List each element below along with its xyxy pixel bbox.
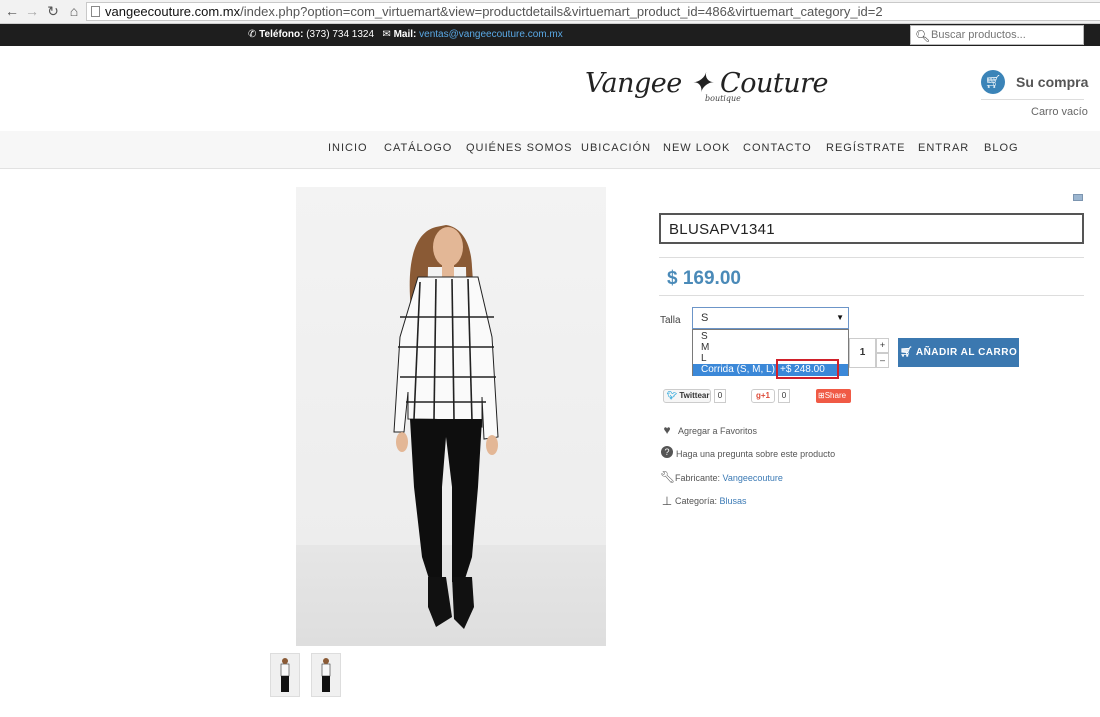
home-icon[interactable]: ⌂ — [66, 3, 82, 19]
mail-label: Mail: — [393, 29, 417, 40]
sitemap-icon: ⊥ — [661, 494, 673, 508]
menu-item-contacto[interactable]: CONTACTO — [743, 142, 812, 154]
question-icon: ? — [661, 446, 673, 458]
phone-number: (373) 734 1324 — [306, 29, 375, 40]
gplus-count: 0 — [778, 389, 790, 403]
phone-label: Teléfono: — [259, 29, 304, 40]
chevron-down-icon: ▼ — [836, 313, 844, 322]
product-title: BLUSAPV1341 — [669, 221, 775, 238]
divider — [659, 295, 1084, 296]
manufacturer-info: Fabricante: Vangeecouture — [675, 473, 783, 483]
forward-arrow-icon[interactable]: → — [24, 3, 40, 19]
product-main-image[interactable] — [296, 187, 606, 646]
size-option-l[interactable]: L — [701, 353, 707, 364]
size-option-corrida-label: Corrida (S, M, L) — [701, 364, 775, 375]
search-box: 🔍︎ — [910, 25, 1084, 45]
category-link[interactable]: Blusas — [720, 496, 747, 506]
gplus-label: +1 — [760, 391, 770, 400]
reload-icon[interactable]: ↻ — [45, 3, 61, 19]
size-option-m[interactable]: M — [701, 342, 709, 353]
add-to-favorites-link[interactable]: Agregar a Favoritos — [678, 426, 757, 436]
wrench-icon: 🔧︎ — [660, 470, 676, 484]
manufacturer-link[interactable]: Vangeecouture — [723, 473, 783, 483]
model-figure — [393, 225, 499, 629]
site-logo[interactable]: Vangee ✦ Couture boutique — [585, 68, 828, 112]
menu-item-catalogo[interactable]: CATÁLOGO — [384, 142, 452, 154]
thumbnail-2-figure — [321, 658, 331, 692]
size-option-s[interactable]: S — [701, 331, 708, 342]
phone-icon: ✆ — [248, 29, 257, 40]
thumbnail-1[interactable] — [270, 653, 300, 697]
manufacturer-label: Fabricante: — [675, 473, 721, 483]
cart-icon: 🛒︎ — [899, 347, 913, 358]
url-path: /index.php?option=com_virtuemart&view=pr… — [240, 4, 883, 19]
menu-item-registrate[interactable]: REGÍSTRATE — [826, 142, 905, 154]
address-bar[interactable]: vangeecouture.com.mx/index.php?option=co… — [86, 2, 1100, 21]
add-to-cart-button[interactable]: 🛒︎ AÑADIR AL CARRO — [898, 338, 1019, 367]
search-input[interactable] — [931, 27, 1081, 43]
quantity-minus-button[interactable]: – — [876, 353, 889, 368]
size-label: Talla — [660, 315, 681, 326]
divider — [659, 257, 1084, 258]
twitter-count: 0 — [714, 389, 726, 403]
menu-item-inicio[interactable]: INICIO — [328, 142, 368, 154]
back-arrow-icon[interactable]: ← — [4, 3, 20, 19]
thumbnail-1-figure — [280, 658, 290, 692]
highlight-box — [776, 359, 839, 379]
twitter-bird-icon: 🐦︎ — [667, 391, 678, 400]
browser-toolbar: ← → ↻ ⌂ vangeecouture.com.mx/index.php?o… — [0, 0, 1100, 24]
share-button[interactable]: ⊞Share — [816, 389, 851, 403]
quantity-plus-button[interactable]: + — [876, 338, 889, 353]
mail-icon: ✉ — [382, 29, 391, 40]
share-label: Share — [824, 391, 847, 400]
email-friend-icon[interactable] — [1073, 194, 1083, 201]
menu-item-entrar[interactable]: ENTRAR — [918, 142, 969, 154]
contact-info: ✆ Teléfono: (373) 734 1324 ✉ Mail: venta… — [248, 29, 563, 40]
add-to-cart-label: AÑADIR AL CARRO — [915, 347, 1018, 358]
top-contact-bar: ✆ Teléfono: (373) 734 1324 ✉ Mail: venta… — [0, 24, 1100, 46]
menu-item-blog[interactable]: BLOG — [984, 142, 1019, 154]
product-price: $ 169.00 — [667, 268, 741, 289]
mail-link[interactable]: ventas@vangeecouture.com.mx — [419, 29, 563, 40]
size-select-value: S — [701, 312, 709, 324]
menu-item-quienes-somos[interactable]: QUIÉNES SOMOS — [466, 142, 573, 154]
gplus-button[interactable]: g+1 — [751, 389, 775, 403]
category-info: Categoría: Blusas — [675, 496, 747, 506]
category-label: Categoría: — [675, 496, 718, 506]
product-title-box: BLUSAPV1341 — [659, 213, 1084, 244]
cart-status: Carro vacío — [1031, 106, 1088, 118]
ask-question-link[interactable]: Haga una pregunta sobre este producto — [676, 449, 835, 459]
thumbnail-2[interactable] — [311, 653, 341, 697]
size-select[interactable]: S ▼ — [692, 307, 849, 329]
menu-item-ubicacion[interactable]: UBICACIÓN — [581, 142, 651, 154]
share-plus-icon: ⊞ — [818, 391, 825, 400]
cart-title[interactable]: Su compra — [1016, 74, 1088, 90]
twitter-label: Twittear — [679, 391, 710, 400]
page-icon — [91, 6, 100, 17]
cart-icon[interactable]: 🛒︎ — [981, 70, 1005, 94]
search-icon[interactable]: 🔍︎ — [915, 29, 930, 43]
menu-item-new-look[interactable]: NEW LOOK — [663, 142, 730, 154]
logo-subtitle: boutique — [705, 94, 741, 103]
quantity-input[interactable]: 1 — [849, 338, 876, 368]
heart-icon: ♥ — [663, 423, 671, 437]
cart-divider — [981, 99, 1084, 100]
twitter-button[interactable]: 🐦︎ Twittear — [663, 389, 711, 403]
url-host: vangeecouture.com.mx — [105, 4, 241, 19]
